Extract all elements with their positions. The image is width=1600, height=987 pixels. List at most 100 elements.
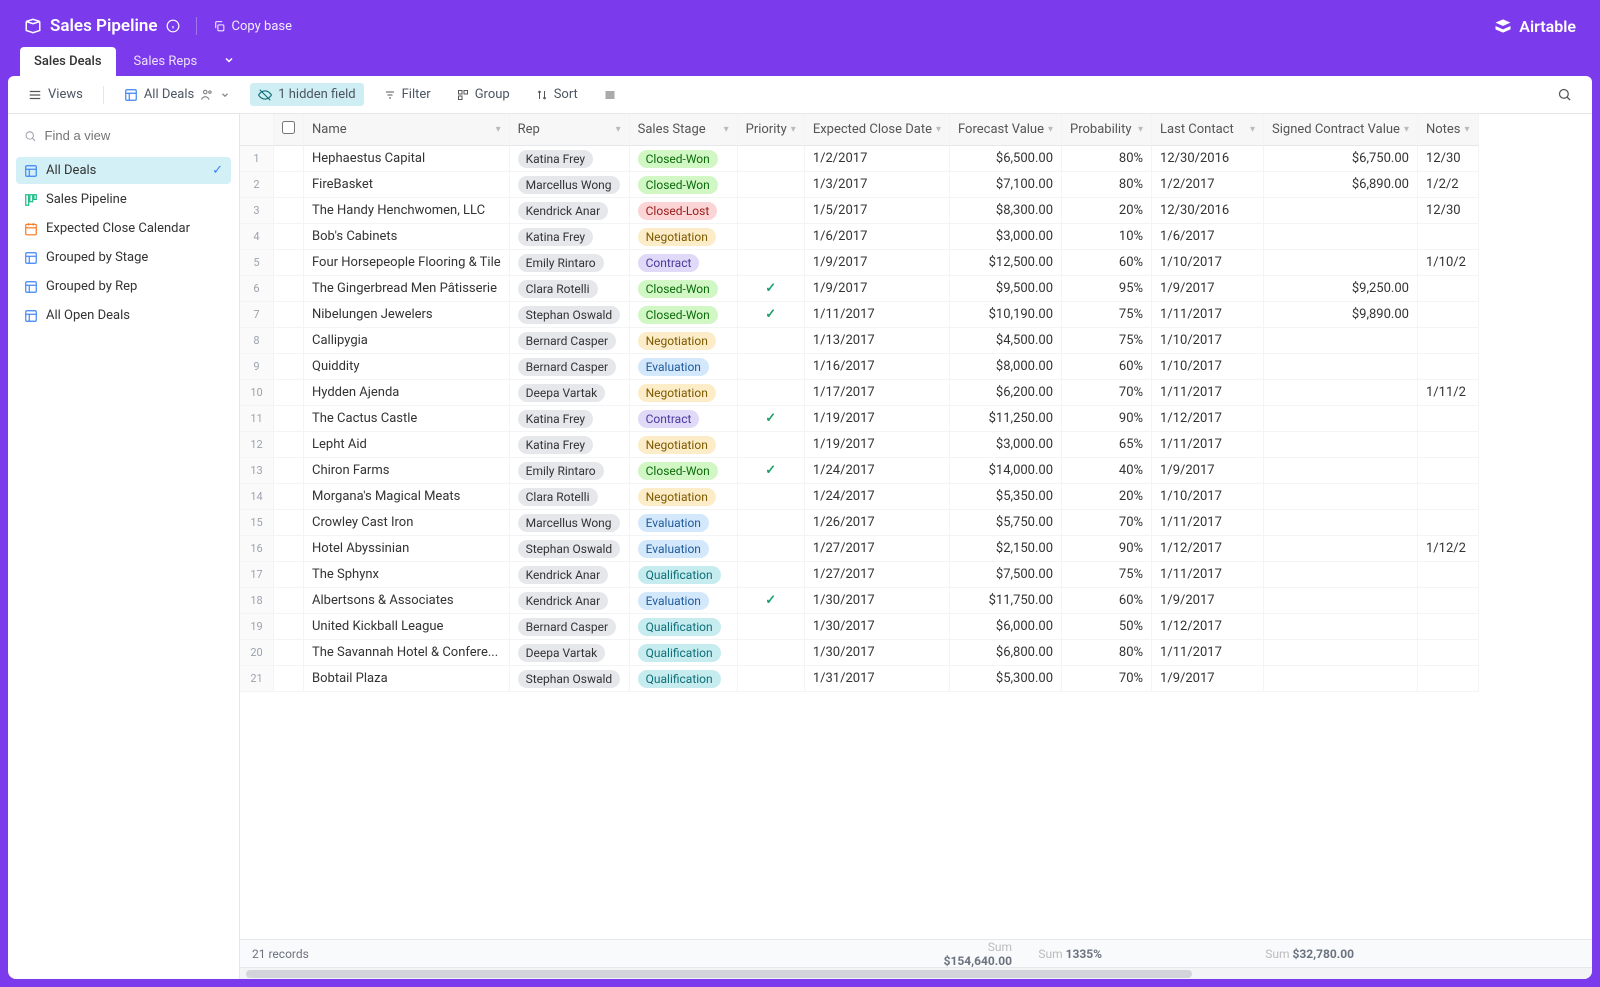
cell-name[interactable]: Hotel Abyssinian: [304, 536, 510, 562]
cell-probability[interactable]: 70%: [1062, 380, 1152, 406]
cell-name[interactable]: Morgana's Magical Meats: [304, 484, 510, 510]
cell-priority[interactable]: [738, 224, 805, 250]
row-checkbox[interactable]: [274, 458, 304, 484]
cell-close-date[interactable]: 1/31/2017: [805, 666, 950, 692]
table-row[interactable]: 5Four Horsepeople Flooring & TileEmily R…: [240, 250, 1479, 276]
row-checkbox[interactable]: [274, 614, 304, 640]
table-row[interactable]: 17The SphynxKendrick AnarQualification1/…: [240, 562, 1479, 588]
cell-last-contact[interactable]: 1/11/2017: [1152, 380, 1264, 406]
cell-name[interactable]: The Handy Henchwomen, LLC: [304, 198, 510, 224]
cell-name[interactable]: Albertsons & Associates: [304, 588, 510, 614]
table-row[interactable]: 10Hydden AjendaDeepa VartakNegotiation1/…: [240, 380, 1479, 406]
cell-signed-value[interactable]: [1264, 380, 1418, 406]
cell-probability[interactable]: 20%: [1062, 198, 1152, 224]
row-checkbox[interactable]: [274, 380, 304, 406]
table-row[interactable]: 20The Savannah Hotel & Confere...Deepa V…: [240, 640, 1479, 666]
copy-base-button[interactable]: Copy base: [213, 19, 292, 34]
table-row[interactable]: 18Albertsons & AssociatesKendrick AnarEv…: [240, 588, 1479, 614]
grid-scroll[interactable]: Name▾Rep▾Sales Stage▾Priority▾Expected C…: [240, 114, 1592, 939]
cell-forecast[interactable]: $7,500.00: [950, 562, 1062, 588]
cell-stage[interactable]: Negotiation: [630, 484, 738, 510]
sort-button[interactable]: Sort: [530, 83, 584, 106]
cell-notes[interactable]: [1418, 302, 1479, 328]
cell-priority[interactable]: ✓: [738, 406, 805, 432]
cell-last-contact[interactable]: 1/11/2017: [1152, 640, 1264, 666]
cell-signed-value[interactable]: [1264, 250, 1418, 276]
cell-notes[interactable]: 1/12/2: [1418, 536, 1479, 562]
cell-name[interactable]: Bobtail Plaza: [304, 666, 510, 692]
cell-stage[interactable]: Evaluation: [630, 588, 738, 614]
cell-notes[interactable]: [1418, 588, 1479, 614]
table-row[interactable]: 1Hephaestus CapitalKatina FreyClosed-Won…: [240, 146, 1479, 172]
sidebar-view-all-deals[interactable]: All Deals✓: [16, 157, 231, 184]
cell-close-date[interactable]: 1/19/2017: [805, 406, 950, 432]
cell-signed-value[interactable]: $6,890.00: [1264, 172, 1418, 198]
table-row[interactable]: 2FireBasketMarcellus WongClosed-Won1/3/2…: [240, 172, 1479, 198]
sidebar-view-expected-close-calendar[interactable]: Expected Close Calendar: [16, 215, 231, 242]
cell-forecast[interactable]: $6,000.00: [950, 614, 1062, 640]
cell-priority[interactable]: [738, 666, 805, 692]
cell-priority[interactable]: [738, 510, 805, 536]
row-checkbox[interactable]: [274, 406, 304, 432]
find-view[interactable]: [16, 122, 231, 149]
cell-probability[interactable]: 40%: [1062, 458, 1152, 484]
cell-forecast[interactable]: $5,300.00: [950, 666, 1062, 692]
cell-forecast[interactable]: $10,190.00: [950, 302, 1062, 328]
cell-probability[interactable]: 75%: [1062, 562, 1152, 588]
cell-probability[interactable]: 90%: [1062, 406, 1152, 432]
cell-rep[interactable]: Bernard Casper: [510, 614, 630, 640]
cell-name[interactable]: Four Horsepeople Flooring & Tile: [304, 250, 510, 276]
cell-stage[interactable]: Qualification: [630, 562, 738, 588]
table-row[interactable]: 11The Cactus CastleKatina FreyContract✓1…: [240, 406, 1479, 432]
cell-close-date[interactable]: 1/9/2017: [805, 250, 950, 276]
cell-stage[interactable]: Evaluation: [630, 354, 738, 380]
cell-priority[interactable]: [738, 354, 805, 380]
cell-forecast[interactable]: $8,300.00: [950, 198, 1062, 224]
row-checkbox[interactable]: [274, 432, 304, 458]
cell-name[interactable]: United Kickball League: [304, 614, 510, 640]
cell-probability[interactable]: 60%: [1062, 354, 1152, 380]
row-checkbox[interactable]: [274, 250, 304, 276]
views-toggle[interactable]: Views: [22, 83, 89, 106]
cell-stage[interactable]: Qualification: [630, 640, 738, 666]
cell-stage[interactable]: Closed-Won: [630, 146, 738, 172]
cell-rep[interactable]: Clara Rotelli: [510, 484, 630, 510]
cell-close-date[interactable]: 1/30/2017: [805, 640, 950, 666]
row-checkbox[interactable]: [274, 172, 304, 198]
cell-rep[interactable]: Emily Rintaro: [510, 250, 630, 276]
cell-name[interactable]: Chiron Farms: [304, 458, 510, 484]
cell-priority[interactable]: ✓: [738, 276, 805, 302]
col-header-expected-close-date[interactable]: Expected Close Date▾: [805, 114, 950, 146]
cell-rep[interactable]: Bernard Casper: [510, 354, 630, 380]
cell-signed-value[interactable]: [1264, 354, 1418, 380]
find-view-input[interactable]: [45, 128, 223, 143]
row-checkbox[interactable]: [274, 198, 304, 224]
cell-stage[interactable]: Closed-Won: [630, 302, 738, 328]
cell-notes[interactable]: [1418, 354, 1479, 380]
hidden-fields-button[interactable]: 1 hidden field: [250, 83, 363, 106]
cell-forecast[interactable]: $2,150.00: [950, 536, 1062, 562]
cell-signed-value[interactable]: $9,250.00: [1264, 276, 1418, 302]
cell-last-contact[interactable]: 1/6/2017: [1152, 224, 1264, 250]
cell-signed-value[interactable]: $6,750.00: [1264, 146, 1418, 172]
cell-notes[interactable]: [1418, 432, 1479, 458]
cell-stage[interactable]: Qualification: [630, 666, 738, 692]
sidebar-view-sales-pipeline[interactable]: Sales Pipeline: [16, 186, 231, 213]
cell-last-contact[interactable]: 1/11/2017: [1152, 302, 1264, 328]
cell-probability[interactable]: 80%: [1062, 640, 1152, 666]
cell-close-date[interactable]: 1/5/2017: [805, 198, 950, 224]
sidebar-view-grouped-by-stage[interactable]: Grouped by Stage: [16, 244, 231, 271]
cell-forecast[interactable]: $6,200.00: [950, 380, 1062, 406]
cell-notes[interactable]: [1418, 510, 1479, 536]
table-row[interactable]: 19United Kickball LeagueBernard CasperQu…: [240, 614, 1479, 640]
cell-stage[interactable]: Evaluation: [630, 536, 738, 562]
cell-stage[interactable]: Closed-Won: [630, 276, 738, 302]
cell-notes[interactable]: [1418, 640, 1479, 666]
cell-notes[interactable]: [1418, 276, 1479, 302]
cell-notes[interactable]: 1/2/2: [1418, 172, 1479, 198]
cell-priority[interactable]: [738, 614, 805, 640]
cell-last-contact[interactable]: 12/30/2016: [1152, 198, 1264, 224]
cell-name[interactable]: Hephaestus Capital: [304, 146, 510, 172]
cell-notes[interactable]: [1418, 614, 1479, 640]
col-checkbox[interactable]: [274, 114, 304, 146]
